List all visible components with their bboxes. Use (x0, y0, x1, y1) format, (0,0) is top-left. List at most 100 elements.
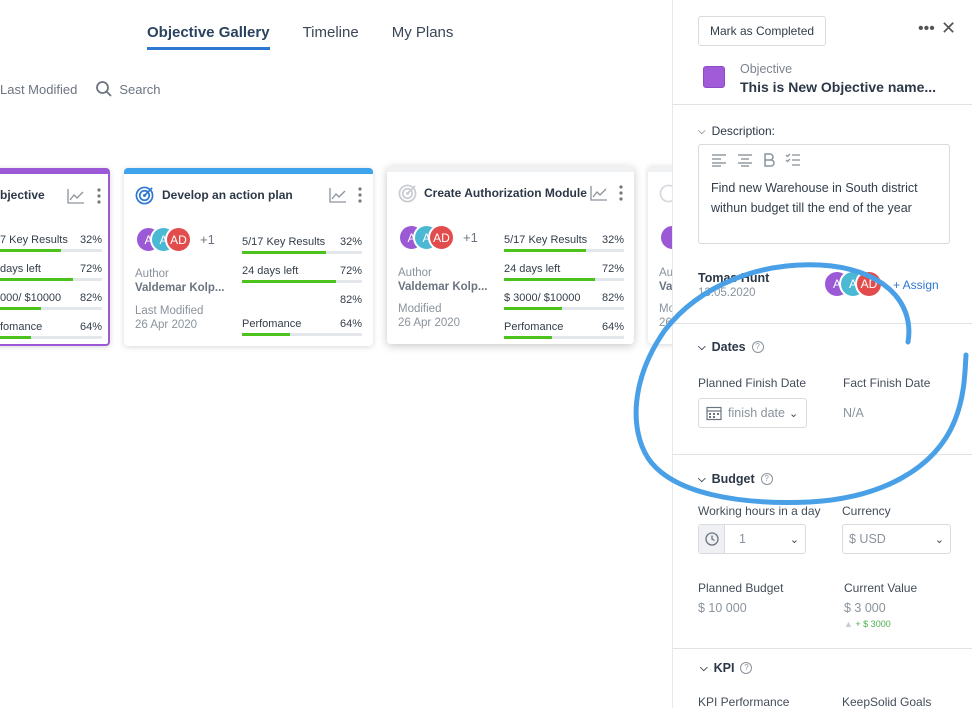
more-options-icon[interactable] (358, 187, 362, 203)
target-icon (398, 184, 417, 203)
sort-last-modified[interactable]: Last Modified (0, 82, 77, 97)
author-name: Valdemar Kolp... (135, 282, 225, 294)
key-results-bar (504, 249, 624, 252)
kpi-label: KPI (713, 661, 735, 675)
author-meta: Author Valdemar Kolp... (398, 266, 487, 294)
toolbar: Last Modified Search (0, 80, 161, 98)
more-options-icon[interactable]: ••• (918, 20, 935, 38)
author-label: Author (398, 267, 432, 279)
chart-icon[interactable] (67, 188, 85, 204)
objective-card[interactable]: Au Va Mo 26 (648, 166, 672, 344)
objective-card[interactable]: Create Authorization Module A A AD +1 Au… (387, 166, 634, 344)
days-left-bar (0, 278, 102, 281)
more-assignees[interactable]: +1 (463, 230, 478, 245)
author-meta: Author Valdemar Kolp... (135, 267, 224, 295)
modified-label: Mo (659, 303, 672, 315)
more-assignees[interactable]: +1 (200, 232, 215, 247)
currency-select[interactable]: $ USD ⌄ (842, 524, 951, 554)
budget-pct: 82% (79, 292, 102, 304)
days-left-label: days left (0, 263, 41, 275)
current-value-delta: ▲ + $ 3000 (844, 619, 891, 629)
target-icon (135, 186, 154, 205)
chevron-down-icon: ⌵ (698, 473, 706, 485)
assignee-avatars: A A AD (823, 270, 883, 298)
currency-value: $ USD (849, 532, 886, 546)
target-icon (659, 184, 672, 203)
calendar-icon (706, 406, 722, 421)
help-icon[interactable]: ? (751, 341, 764, 353)
objective-color-swatch[interactable] (703, 66, 725, 88)
main-area: Objective Gallery Timeline My Plans Last… (0, 0, 672, 708)
performance-pct: 64% (339, 318, 362, 330)
checklist-icon[interactable] (785, 153, 801, 167)
close-icon[interactable]: ✕ (941, 18, 956, 39)
clock-icon (699, 525, 725, 553)
author-label: Author (135, 268, 169, 280)
budget-bar (504, 307, 624, 310)
author-meta: Au Va (659, 266, 672, 294)
objective-card[interactable]: Develop an action plan A A AD +1 Author … (124, 168, 373, 346)
key-results-bar (242, 251, 362, 254)
working-hours-value: 1 (739, 532, 746, 546)
bold-icon[interactable] (763, 153, 775, 167)
owner-date: 13.05.2020 (698, 287, 756, 299)
modified-date: 26 Apr 2020 (135, 319, 198, 331)
currency-label: Currency (842, 504, 891, 518)
author-label: Au (659, 267, 672, 279)
align-left-icon[interactable] (711, 153, 727, 167)
budget-pct: 82% (339, 294, 362, 306)
chevron-down-icon: ⌵ (698, 125, 706, 137)
tab-my-plans[interactable]: My Plans (392, 24, 454, 50)
modified-label: Modified (398, 303, 442, 315)
keepsolid-goals-label: KeepSolid Goals (842, 695, 932, 709)
description-section-header[interactable]: ⌵ Description: (698, 124, 775, 138)
chart-icon[interactable] (590, 185, 608, 201)
key-results-pct: 32% (601, 234, 624, 246)
key-results-bar (0, 249, 102, 252)
align-center-icon[interactable] (737, 153, 753, 167)
more-options-icon[interactable] (97, 188, 101, 204)
author-name: Va (659, 281, 672, 293)
assign-button[interactable]: + Assign (893, 278, 939, 292)
days-left-pct: 72% (339, 265, 362, 277)
performance-label: Perfomance (504, 321, 564, 333)
author-name: Valdemar Kolp... (398, 281, 488, 293)
objective-details-panel: Mark as Completed ••• ✕ Objective This i… (672, 0, 972, 709)
days-left-bar (242, 280, 362, 283)
search-placeholder: Search (119, 81, 161, 97)
kpi-section-header[interactable]: ⌵ KPI ? (700, 661, 753, 675)
chevron-down-icon: ⌵ (698, 341, 706, 353)
days-left-pct: 72% (601, 263, 624, 275)
current-value: $ 3 000 (844, 601, 886, 615)
help-icon[interactable]: ? (740, 662, 753, 674)
description-text[interactable]: Find new Warehouse in South district wit… (711, 178, 941, 218)
working-hours-select[interactable]: 1 ⌄ (698, 524, 806, 554)
objective-card[interactable]: bjective 7 Key Results 32% days left 72% 0… (0, 168, 110, 346)
budget-section-header[interactable]: ⌵ Budget ? (698, 472, 773, 486)
dates-section-header[interactable]: ⌵ Dates ? (698, 340, 764, 354)
budget-label: $ 3000/ $10000 (504, 292, 581, 304)
card-title: Develop an action plan (162, 188, 293, 202)
text-format-toolbar (711, 153, 801, 167)
tab-timeline[interactable]: Timeline (303, 24, 359, 50)
view-tabs: Objective Gallery Timeline My Plans (147, 24, 453, 50)
objective-name[interactable]: This is New Objective name... (740, 79, 936, 95)
search-icon (96, 81, 112, 97)
description-editor[interactable]: Find new Warehouse in South district wit… (698, 144, 950, 244)
search-box[interactable]: Search (95, 80, 161, 98)
tab-objective-gallery[interactable]: Objective Gallery (147, 24, 270, 50)
mark-completed-button[interactable]: Mark as Completed (698, 16, 827, 46)
planned-budget-value: $ 10 000 (698, 601, 747, 615)
fact-finish-value: N/A (843, 406, 864, 420)
help-icon[interactable]: ? (760, 473, 773, 485)
planned-finish-date-picker[interactable]: finish date ⌄ (698, 398, 807, 428)
budget-pct: 82% (601, 292, 624, 304)
chevron-down-icon: ⌄ (934, 533, 944, 546)
chart-icon[interactable] (329, 187, 347, 203)
performance-pct: 64% (601, 321, 624, 333)
card-title: Create Authorization Module (424, 186, 587, 200)
budget-bar (0, 307, 102, 310)
objective-type: Objective (740, 62, 793, 76)
more-options-icon[interactable] (619, 185, 623, 201)
planned-finish-value: finish date (728, 406, 785, 420)
